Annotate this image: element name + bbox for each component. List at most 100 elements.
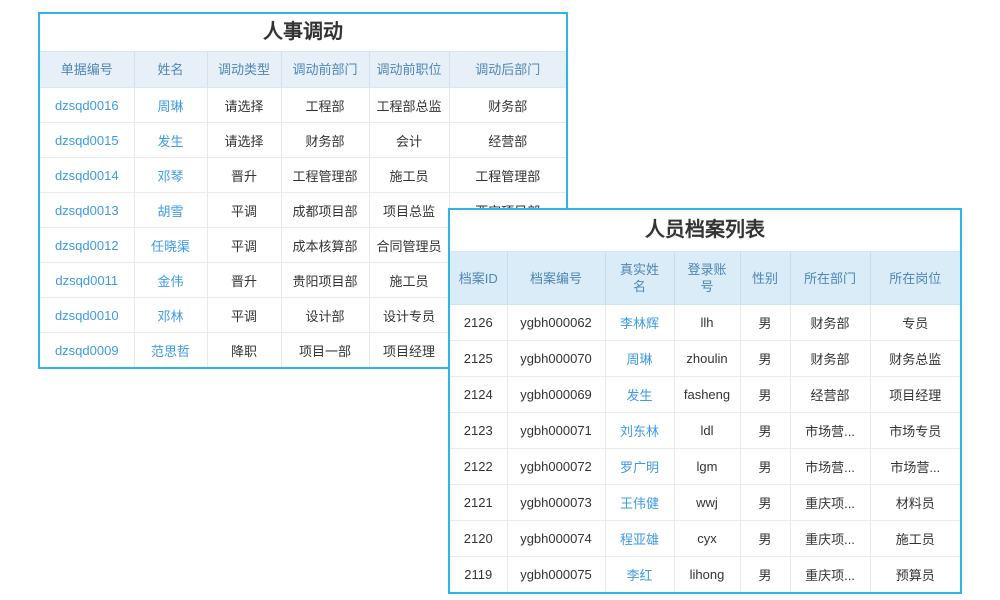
cell-login-account: lgm [674,449,740,485]
doc-no-link[interactable]: dzsqd0015 [40,123,134,158]
cell-archive-id: 2120 [450,521,507,557]
cell-dept-before: 工程管理部 [281,158,369,193]
archive-table: 档案ID 档案编号 真实姓名 登录账号 性别 所在部门 所在岗位 2126 yg… [450,252,960,592]
cell-dept-after: 经营部 [449,123,566,158]
cell-archive-id: 2125 [450,341,507,377]
cell-gender: 男 [740,557,790,593]
doc-no-link[interactable]: dzsqd0010 [40,298,134,333]
table-row: 2121 ygbh000073 王伟健 wwj 男 重庆项... 材料员 [450,485,960,521]
cell-position-before: 合同管理员 [369,228,449,263]
cell-dept-after: 工程管理部 [449,158,566,193]
cell-archive-no: ygbh000072 [507,449,605,485]
table-row: 2119 ygbh000075 李红 lihong 男 重庆项... 预算员 [450,557,960,593]
doc-no-link[interactable]: dzsqd0011 [40,263,134,298]
column-header-login-account: 登录账号 [674,252,740,305]
employee-name-link[interactable]: 邓琴 [134,158,207,193]
cell-position-before: 会计 [369,123,449,158]
cell-department: 财务部 [790,305,870,341]
column-header-department: 所在部门 [790,252,870,305]
cell-position-before: 设计专员 [369,298,449,333]
cell-position-before: 施工员 [369,263,449,298]
employee-name-link[interactable]: 范思哲 [134,333,207,368]
cell-transfer-type: 请选择 [207,123,281,158]
cell-archive-id: 2123 [450,413,507,449]
employee-name-link[interactable]: 胡雪 [134,193,207,228]
cell-archive-no: ygbh000074 [507,521,605,557]
cell-dept-before: 成都项目部 [281,193,369,228]
cell-department: 市场营... [790,413,870,449]
cell-archive-no: ygbh000069 [507,377,605,413]
real-name-link[interactable]: 程亚雄 [605,521,674,557]
cell-position: 市场营... [870,449,960,485]
employee-name-link[interactable]: 发生 [134,123,207,158]
transfer-table-title: 人事调动 [40,14,566,52]
employee-name-link[interactable]: 邓林 [134,298,207,333]
cell-login-account: llh [674,305,740,341]
cell-transfer-type: 平调 [207,298,281,333]
real-name-link[interactable]: 罗广明 [605,449,674,485]
column-header-dept-after: 调动后部门 [449,52,566,88]
cell-position: 专员 [870,305,960,341]
cell-transfer-type: 请选择 [207,88,281,123]
cell-department: 市场营... [790,449,870,485]
cell-archive-no: ygbh000073 [507,485,605,521]
column-header-archive-id: 档案ID [450,252,507,305]
real-name-link[interactable]: 发生 [605,377,674,413]
column-header-archive-no: 档案编号 [507,252,605,305]
cell-login-account: ldl [674,413,740,449]
cell-login-account: zhoulin [674,341,740,377]
cell-gender: 男 [740,305,790,341]
cell-position: 预算员 [870,557,960,593]
employee-name-link[interactable]: 金伟 [134,263,207,298]
employee-name-link[interactable]: 周琳 [134,88,207,123]
real-name-link[interactable]: 李红 [605,557,674,593]
cell-gender: 男 [740,521,790,557]
column-header-transfer-type: 调动类型 [207,52,281,88]
employee-name-link[interactable]: 任晓渠 [134,228,207,263]
table-row: 2122 ygbh000072 罗广明 lgm 男 市场营... 市场营... [450,449,960,485]
column-header-doc-no: 单据编号 [40,52,134,88]
table-row: dzsqd0015 发生 请选择 财务部 会计 经营部 [40,123,566,158]
real-name-link[interactable]: 王伟健 [605,485,674,521]
table-row: dzsqd0014 邓琴 晋升 工程管理部 施工员 工程管理部 [40,158,566,193]
column-header-gender: 性别 [740,252,790,305]
cell-transfer-type: 平调 [207,193,281,228]
cell-login-account: fasheng [674,377,740,413]
doc-no-link[interactable]: dzsqd0016 [40,88,134,123]
cell-position: 市场专员 [870,413,960,449]
cell-position: 施工员 [870,521,960,557]
cell-archive-id: 2126 [450,305,507,341]
doc-no-link[interactable]: dzsqd0014 [40,158,134,193]
doc-no-link[interactable]: dzsqd0013 [40,193,134,228]
cell-archive-id: 2124 [450,377,507,413]
cell-department: 重庆项... [790,557,870,593]
column-header-position-before: 调动前职位 [369,52,449,88]
column-header-name: 姓名 [134,52,207,88]
cell-position: 项目经理 [870,377,960,413]
cell-archive-id: 2122 [450,449,507,485]
cell-transfer-type: 平调 [207,228,281,263]
cell-archive-no: ygbh000070 [507,341,605,377]
cell-position-before: 施工员 [369,158,449,193]
cell-department: 重庆项... [790,521,870,557]
personnel-archive-panel: 人员档案列表 档案ID 档案编号 真实姓名 登录账号 性别 所在部门 所在岗位 … [448,208,962,594]
cell-position-before: 项目总监 [369,193,449,228]
cell-transfer-type: 晋升 [207,263,281,298]
real-name-link[interactable]: 李林辉 [605,305,674,341]
cell-transfer-type: 降职 [207,333,281,368]
transfer-header-row: 单据编号 姓名 调动类型 调动前部门 调动前职位 调动后部门 [40,52,566,88]
table-row: 2125 ygbh000070 周琳 zhoulin 男 财务部 财务总监 [450,341,960,377]
cell-dept-before: 工程部 [281,88,369,123]
doc-no-link[interactable]: dzsqd0009 [40,333,134,368]
cell-department: 重庆项... [790,485,870,521]
table-row: 2124 ygbh000069 发生 fasheng 男 经营部 项目经理 [450,377,960,413]
real-name-link[interactable]: 周琳 [605,341,674,377]
cell-department: 经营部 [790,377,870,413]
table-row: 2126 ygbh000062 李林辉 llh 男 财务部 专员 [450,305,960,341]
real-name-link[interactable]: 刘东林 [605,413,674,449]
cell-archive-id: 2121 [450,485,507,521]
cell-gender: 男 [740,377,790,413]
cell-dept-after: 财务部 [449,88,566,123]
table-row: 2120 ygbh000074 程亚雄 cyx 男 重庆项... 施工员 [450,521,960,557]
doc-no-link[interactable]: dzsqd0012 [40,228,134,263]
